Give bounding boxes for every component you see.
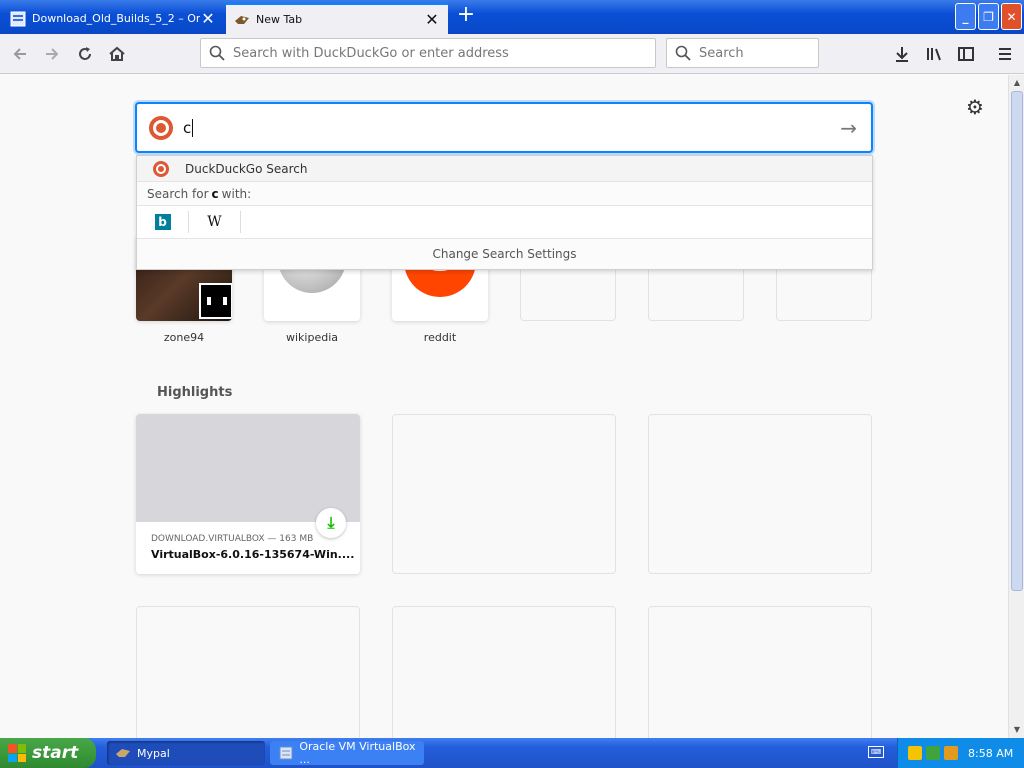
scroll-thumb[interactable] [1011, 91, 1023, 591]
search-suggestions-dropdown: DuckDuckGo Search Search for c with: b W… [136, 155, 873, 270]
highlight-card[interactable]: ⤓ DOWNLOAD.VIRTUALBOX — 163 MB VirtualBo… [136, 414, 360, 574]
highlight-title: VirtualBox-6.0.16-135674-Win.... [151, 548, 355, 561]
search-tray-icon[interactable] [944, 746, 958, 760]
menu-button[interactable] [991, 40, 1019, 68]
search-icon [209, 45, 225, 61]
url-bar[interactable] [200, 38, 656, 68]
start-label: start [32, 743, 79, 763]
network-icon[interactable] [926, 746, 940, 760]
system-tray: 8:58 AM [897, 738, 1024, 768]
security-shield-icon[interactable] [908, 746, 922, 760]
reload-icon [79, 47, 91, 60]
download-icon [896, 47, 908, 62]
clock: 8:58 AM [968, 746, 1014, 760]
top-site-label: reddit [423, 331, 457, 344]
highlight-empty [392, 414, 616, 574]
tab-title: Download_Old_Builds_5_2 – Oracle [32, 12, 200, 25]
suggestion-engine-label: DuckDuckGo Search [185, 161, 308, 176]
scroll-up-icon[interactable]: ▲ [1009, 75, 1024, 91]
tab-title: New Tab [256, 13, 303, 26]
sidebar-button[interactable] [952, 40, 980, 68]
one-off-engines: b W [137, 206, 872, 239]
home-button[interactable] [103, 40, 131, 68]
suggestion-default-engine[interactable]: DuckDuckGo Search [137, 156, 872, 182]
wikipedia-icon: W [207, 214, 222, 230]
windows-flag-icon [8, 744, 26, 762]
duckduckgo-icon [153, 160, 169, 177]
engine-wikipedia-button[interactable]: W [189, 211, 241, 233]
bing-icon: b [154, 214, 171, 230]
mypal-icon [116, 749, 130, 757]
new-tab-page: ⚙ zone94 wikipedia reddit c → DuckDuckGo… [0, 75, 1008, 738]
search-input[interactable] [699, 45, 869, 61]
back-button[interactable] [6, 40, 34, 68]
close-tab-icon[interactable]: ✕ [200, 10, 216, 27]
virtualbox-icon [279, 746, 293, 760]
scroll-down-icon[interactable]: ▼ [1009, 722, 1024, 738]
gear-icon[interactable]: ⚙ [966, 95, 984, 119]
forward-button[interactable] [38, 40, 66, 68]
newtab-search-input[interactable]: c → [135, 102, 873, 153]
new-tab-button[interactable]: + [454, 4, 478, 28]
duckduckgo-icon [149, 115, 173, 140]
taskbar: start Mypal Oracle VM VirtualBox ... ⌨ 8… [0, 738, 1024, 768]
highlight-empty [648, 606, 872, 738]
oracle-favicon-icon [10, 11, 26, 27]
hamburger-menu-icon [999, 48, 1011, 60]
highlight-meta: DOWNLOAD.VIRTUALBOX — 163 MB [151, 534, 314, 544]
search-for-header: Search for c with: [137, 182, 872, 206]
start-button[interactable]: start [0, 738, 96, 768]
zone94-favicon-icon [199, 283, 232, 319]
highlight-empty [392, 606, 616, 738]
search-for-suffix: with: [221, 186, 252, 201]
tab-new-tab[interactable]: New Tab ✕ [226, 3, 448, 34]
back-arrow-icon [13, 48, 26, 60]
url-input[interactable] [233, 45, 655, 61]
taskbar-item-mypal[interactable]: Mypal [107, 741, 265, 765]
search-icon [675, 45, 691, 61]
search-query-text: c [183, 118, 194, 137]
sidebar-icon [958, 47, 974, 61]
tab-download-old-builds[interactable]: Download_Old_Builds_5_2 – Oracle ✕ [2, 3, 224, 34]
vertical-scrollbar[interactable]: ▲ ▼ [1008, 75, 1024, 738]
change-search-settings-button[interactable]: Change Search Settings [137, 239, 872, 269]
search-for-prefix: Search for [147, 186, 209, 201]
search-for-term: c [211, 186, 219, 201]
engine-bing-button[interactable]: b [137, 211, 189, 233]
minimize-button[interactable]: _ [955, 3, 976, 30]
highlights-title: Highlights [157, 385, 233, 400]
downloads-button[interactable] [888, 40, 916, 68]
top-site-label: zone94 [163, 331, 205, 344]
nav-toolbar [0, 34, 1024, 74]
download-icon: ⤓ [316, 508, 346, 538]
close-window-button[interactable]: ✕ [1001, 3, 1022, 30]
home-icon [109, 46, 125, 61]
library-icon [927, 48, 941, 61]
search-bar[interactable] [666, 38, 869, 68]
keyboard-icon[interactable]: ⌨ [868, 746, 884, 758]
highlight-empty [648, 414, 872, 574]
forward-arrow-icon [46, 48, 59, 60]
arrow-right-icon[interactable]: → [840, 116, 857, 140]
mypal-favicon-icon [234, 12, 250, 28]
reload-button[interactable] [71, 40, 99, 68]
close-tab-icon[interactable]: ✕ [424, 11, 440, 28]
highlight-thumbnail [136, 414, 360, 522]
task-label: Mypal [137, 746, 170, 760]
maximize-button[interactable]: ❐ [978, 3, 999, 30]
task-label: Oracle VM VirtualBox ... [299, 740, 416, 766]
taskbar-item-virtualbox[interactable]: Oracle VM VirtualBox ... [270, 740, 424, 766]
top-site-label: wikipedia [285, 331, 338, 344]
title-bar: Download_Old_Builds_5_2 – Oracle ✕ New T… [0, 0, 1024, 34]
library-button[interactable] [920, 40, 948, 68]
highlight-empty [136, 606, 360, 738]
